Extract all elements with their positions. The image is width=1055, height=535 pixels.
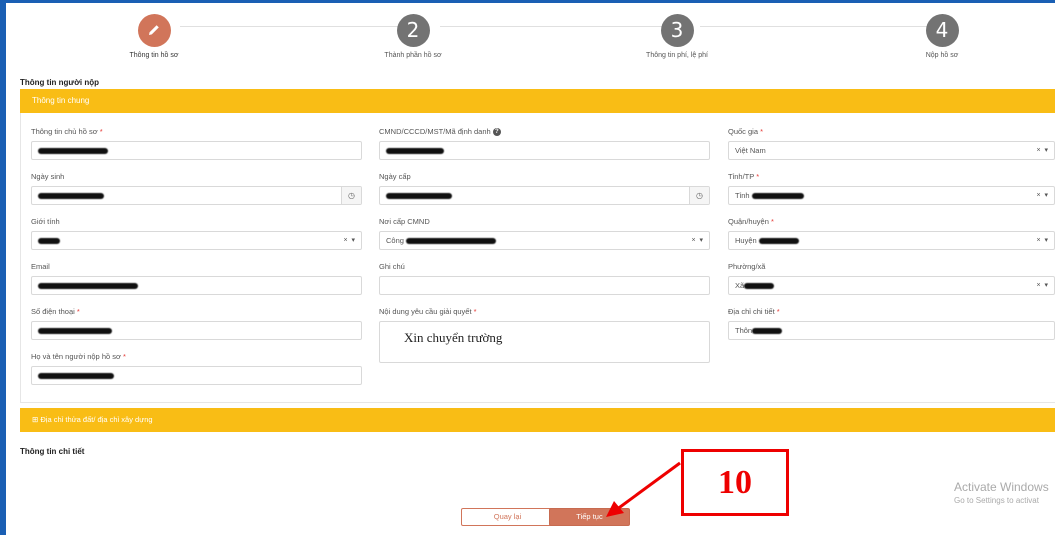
watermark-line-2: Go to Settings to activat [954,496,1039,505]
watermark-line-1: Activate Windows [954,480,1049,494]
callout-arrow-icon [606,461,681,517]
windows-activation-watermark: Activate Windows Go to Settings to activ… [954,480,1049,505]
